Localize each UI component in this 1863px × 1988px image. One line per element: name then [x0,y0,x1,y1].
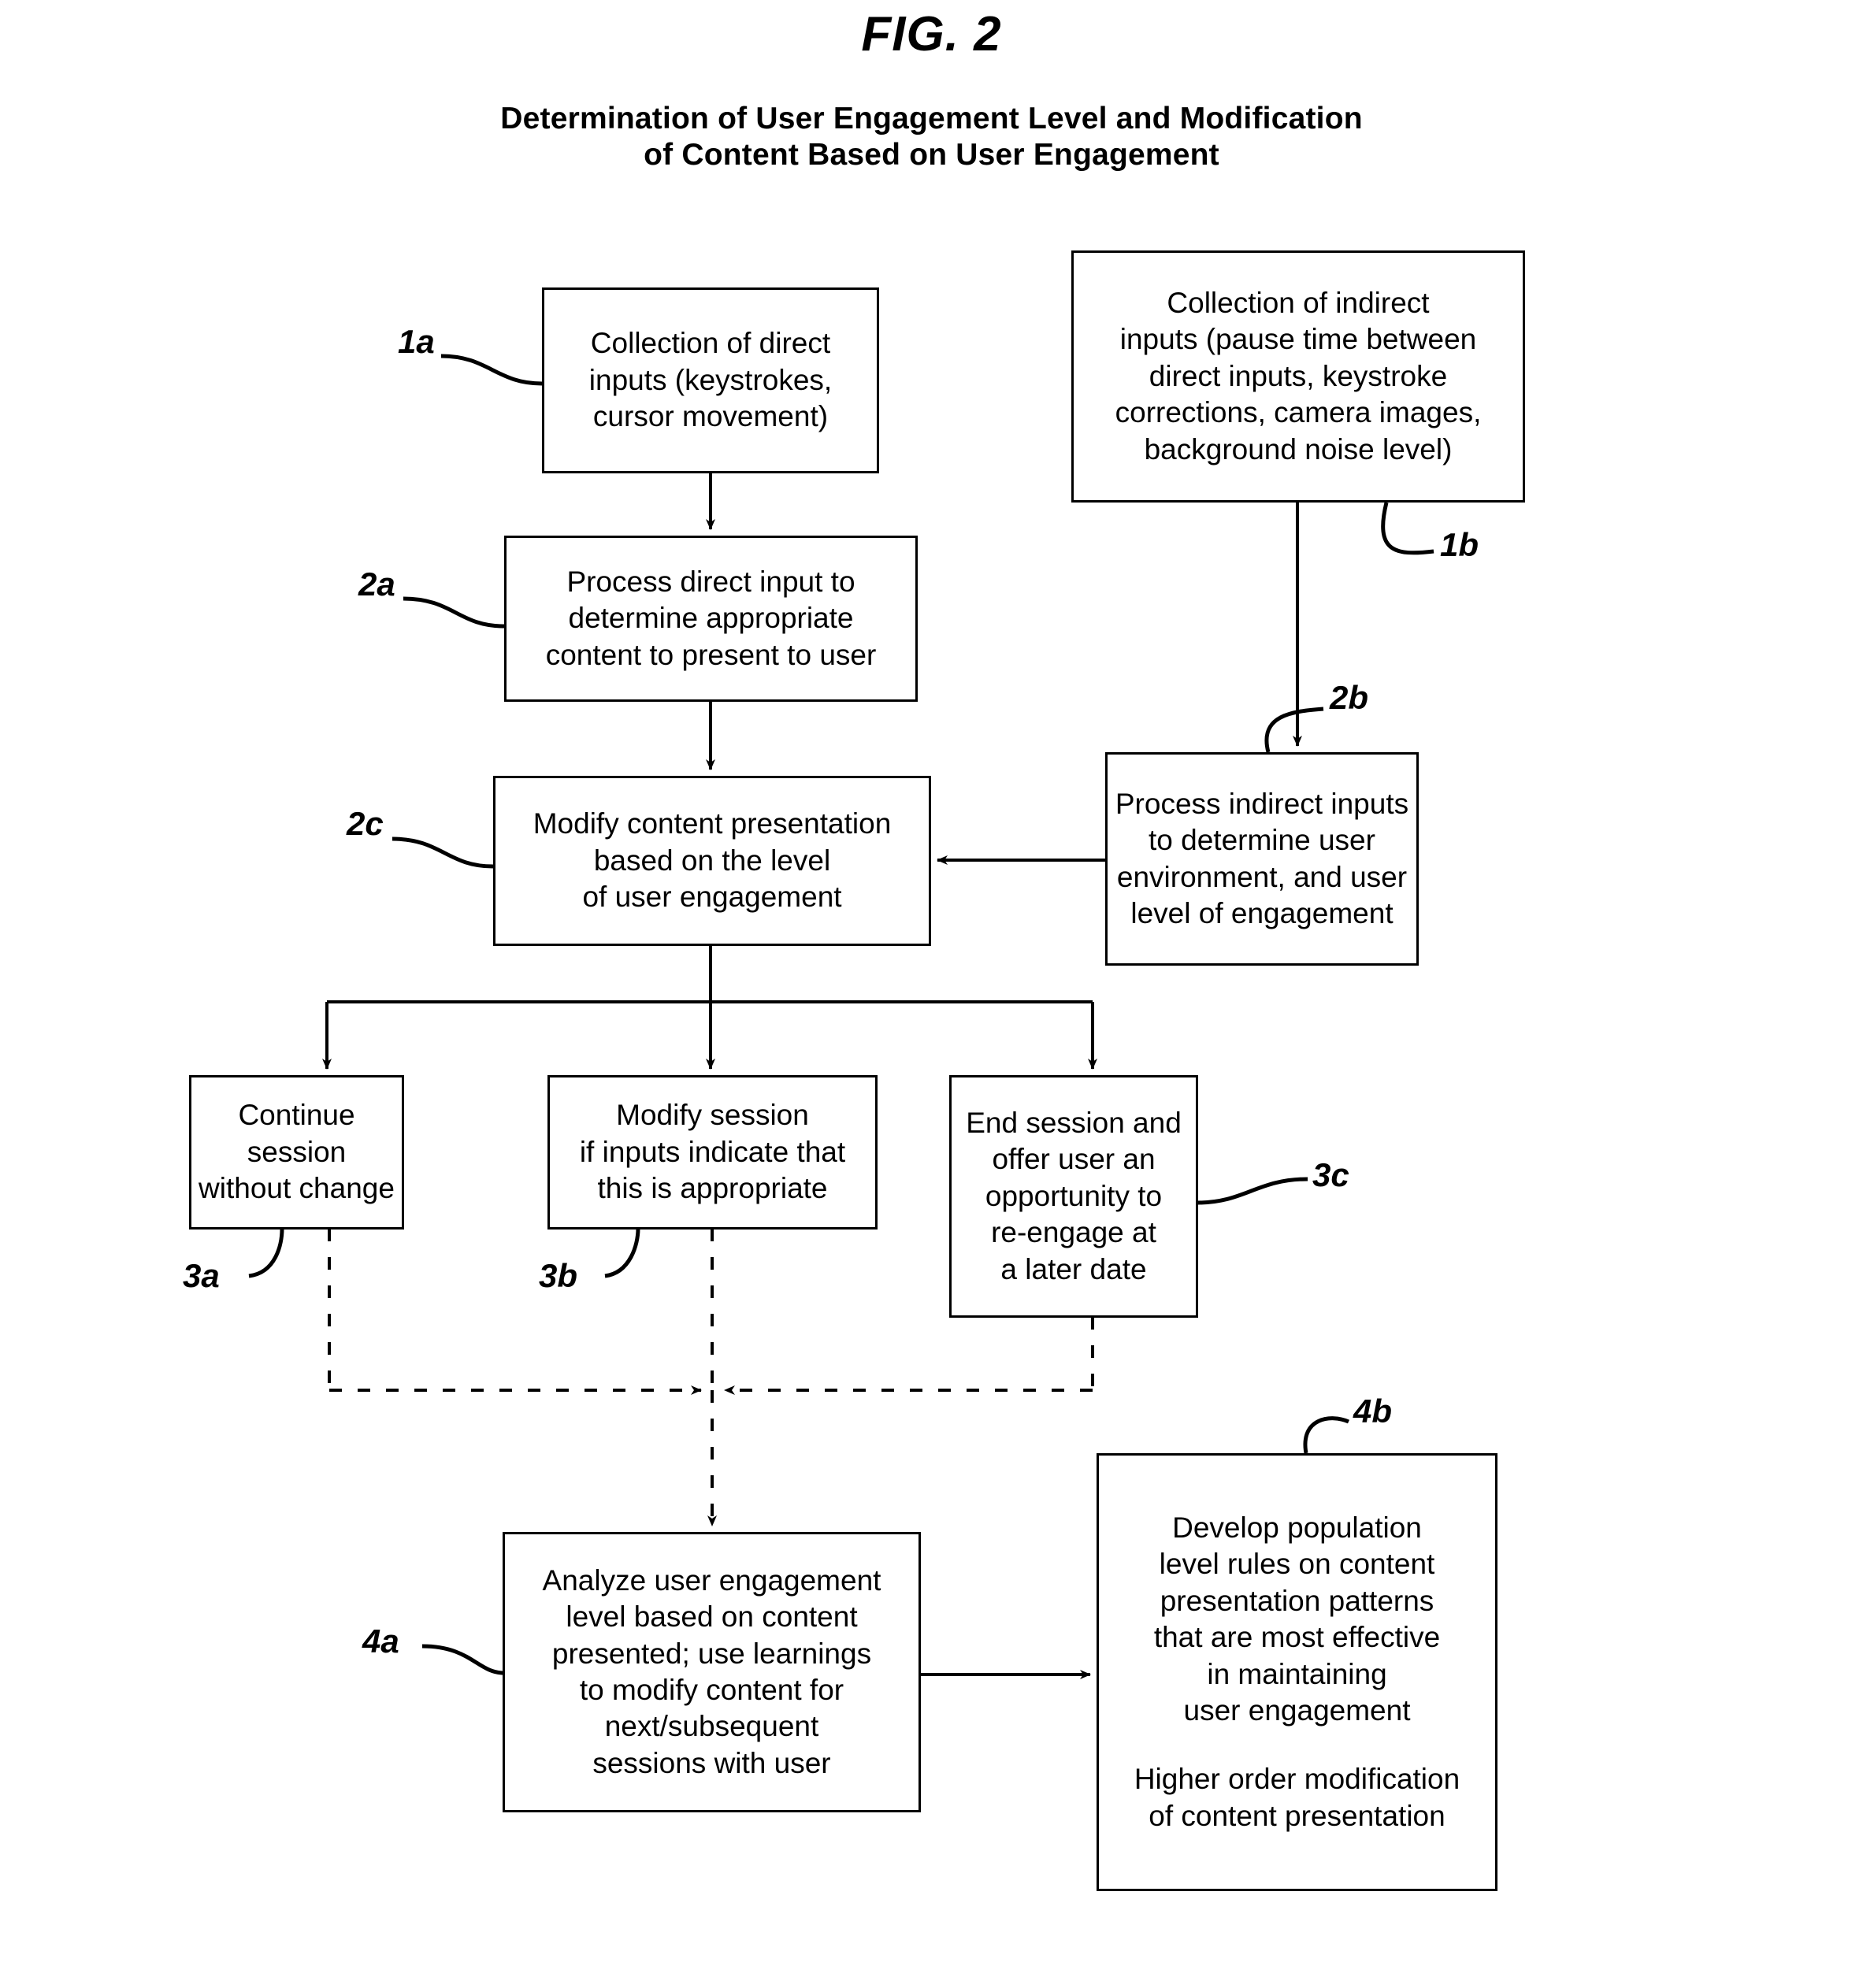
ref-numeral-1a: 1a [398,323,435,360]
ref-numeral-2c: 2c [347,805,384,842]
box-1a-collection-direct-inputs[interactable]: Collection of direct inputs (keystrokes,… [542,287,879,473]
leader-line-2b [1264,707,1324,753]
box-1b-text: Collection of indirect inputs (pause tim… [1115,286,1482,465]
connector-layer [248,354,1434,1679]
ref-numeral-3a: 3a [183,1257,220,1294]
box-4a-analyze-user-engagement[interactable]: Analyze user engagement level based on c… [503,1532,921,1812]
ref-numeral-1b: 1b [1440,526,1479,563]
box-2b-process-indirect-inputs[interactable]: Process indirect inputs to determine use… [1105,752,1419,966]
box-1a-text: Collection of direct inputs (keystrokes,… [588,327,833,433]
box-2c-modify-content-presentation[interactable]: Modify content presentation based on the… [493,776,931,946]
figure-label: FIG. 2 [861,7,1002,61]
ref-numeral-2a: 2a [358,566,395,603]
box-3b-text: Modify session if inputs indicate that t… [579,1099,846,1205]
figure-title: Determination of User Engagement Level a… [0,101,1863,173]
leader-line-1a [440,354,543,386]
leader-line-2c [392,836,494,869]
box-3a-continue-session[interactable]: Continue session without change [189,1075,404,1230]
box-3b-modify-session[interactable]: Modify session if inputs indicate that t… [547,1075,878,1230]
box-2a-process-direct-input[interactable]: Process direct input to determine approp… [504,536,918,702]
leader-line-1b [1381,502,1434,555]
figure-page: FIG. 2 Determination of User Engagement … [0,0,1863,1988]
box-1b-collection-indirect-inputs[interactable]: Collection of indirect inputs (pause tim… [1071,250,1525,503]
ref-numeral-3c: 3c [1312,1156,1349,1193]
box-3c-end-session[interactable]: End session and offer user an opportunit… [949,1075,1198,1318]
box-2c-text: Modify content presentation based on the… [533,807,892,914]
figure-title-line-1: Determination of User Engagement Level a… [500,102,1363,135]
ref-numeral-2b: 2b [1330,679,1369,716]
box-3c-text: End session and offer user an opportunit… [966,1106,1182,1285]
box-3a-text: Continue session without change [199,1099,395,1205]
ref-numeral-4a: 4a [362,1623,399,1660]
leader-line-4a [421,1644,505,1675]
box-4a-text: Analyze user engagement level based on c… [542,1563,881,1779]
box-4b-text-secondary: Higher order modification of content pre… [1134,1763,1460,1832]
figure-title-line-2: of Content Based on User Engagement [644,138,1219,172]
box-2b-text: Process indirect inputs to determine use… [1115,787,1409,929]
leader-line-4b [1303,1416,1350,1454]
leader-line-2a [403,596,505,629]
leader-line-3b [604,1228,640,1278]
leader-line-3c [1197,1177,1308,1205]
ref-numeral-4b: 4b [1353,1393,1393,1430]
leader-line-3a [248,1228,284,1278]
box-4b-text-primary: Develop population level rules on conten… [1153,1511,1441,1727]
box-4b-develop-population-rules[interactable]: Develop population level rules on conten… [1097,1453,1497,1891]
box-2a-text: Process direct input to determine approp… [545,565,877,671]
ref-numeral-3b: 3b [539,1257,578,1294]
